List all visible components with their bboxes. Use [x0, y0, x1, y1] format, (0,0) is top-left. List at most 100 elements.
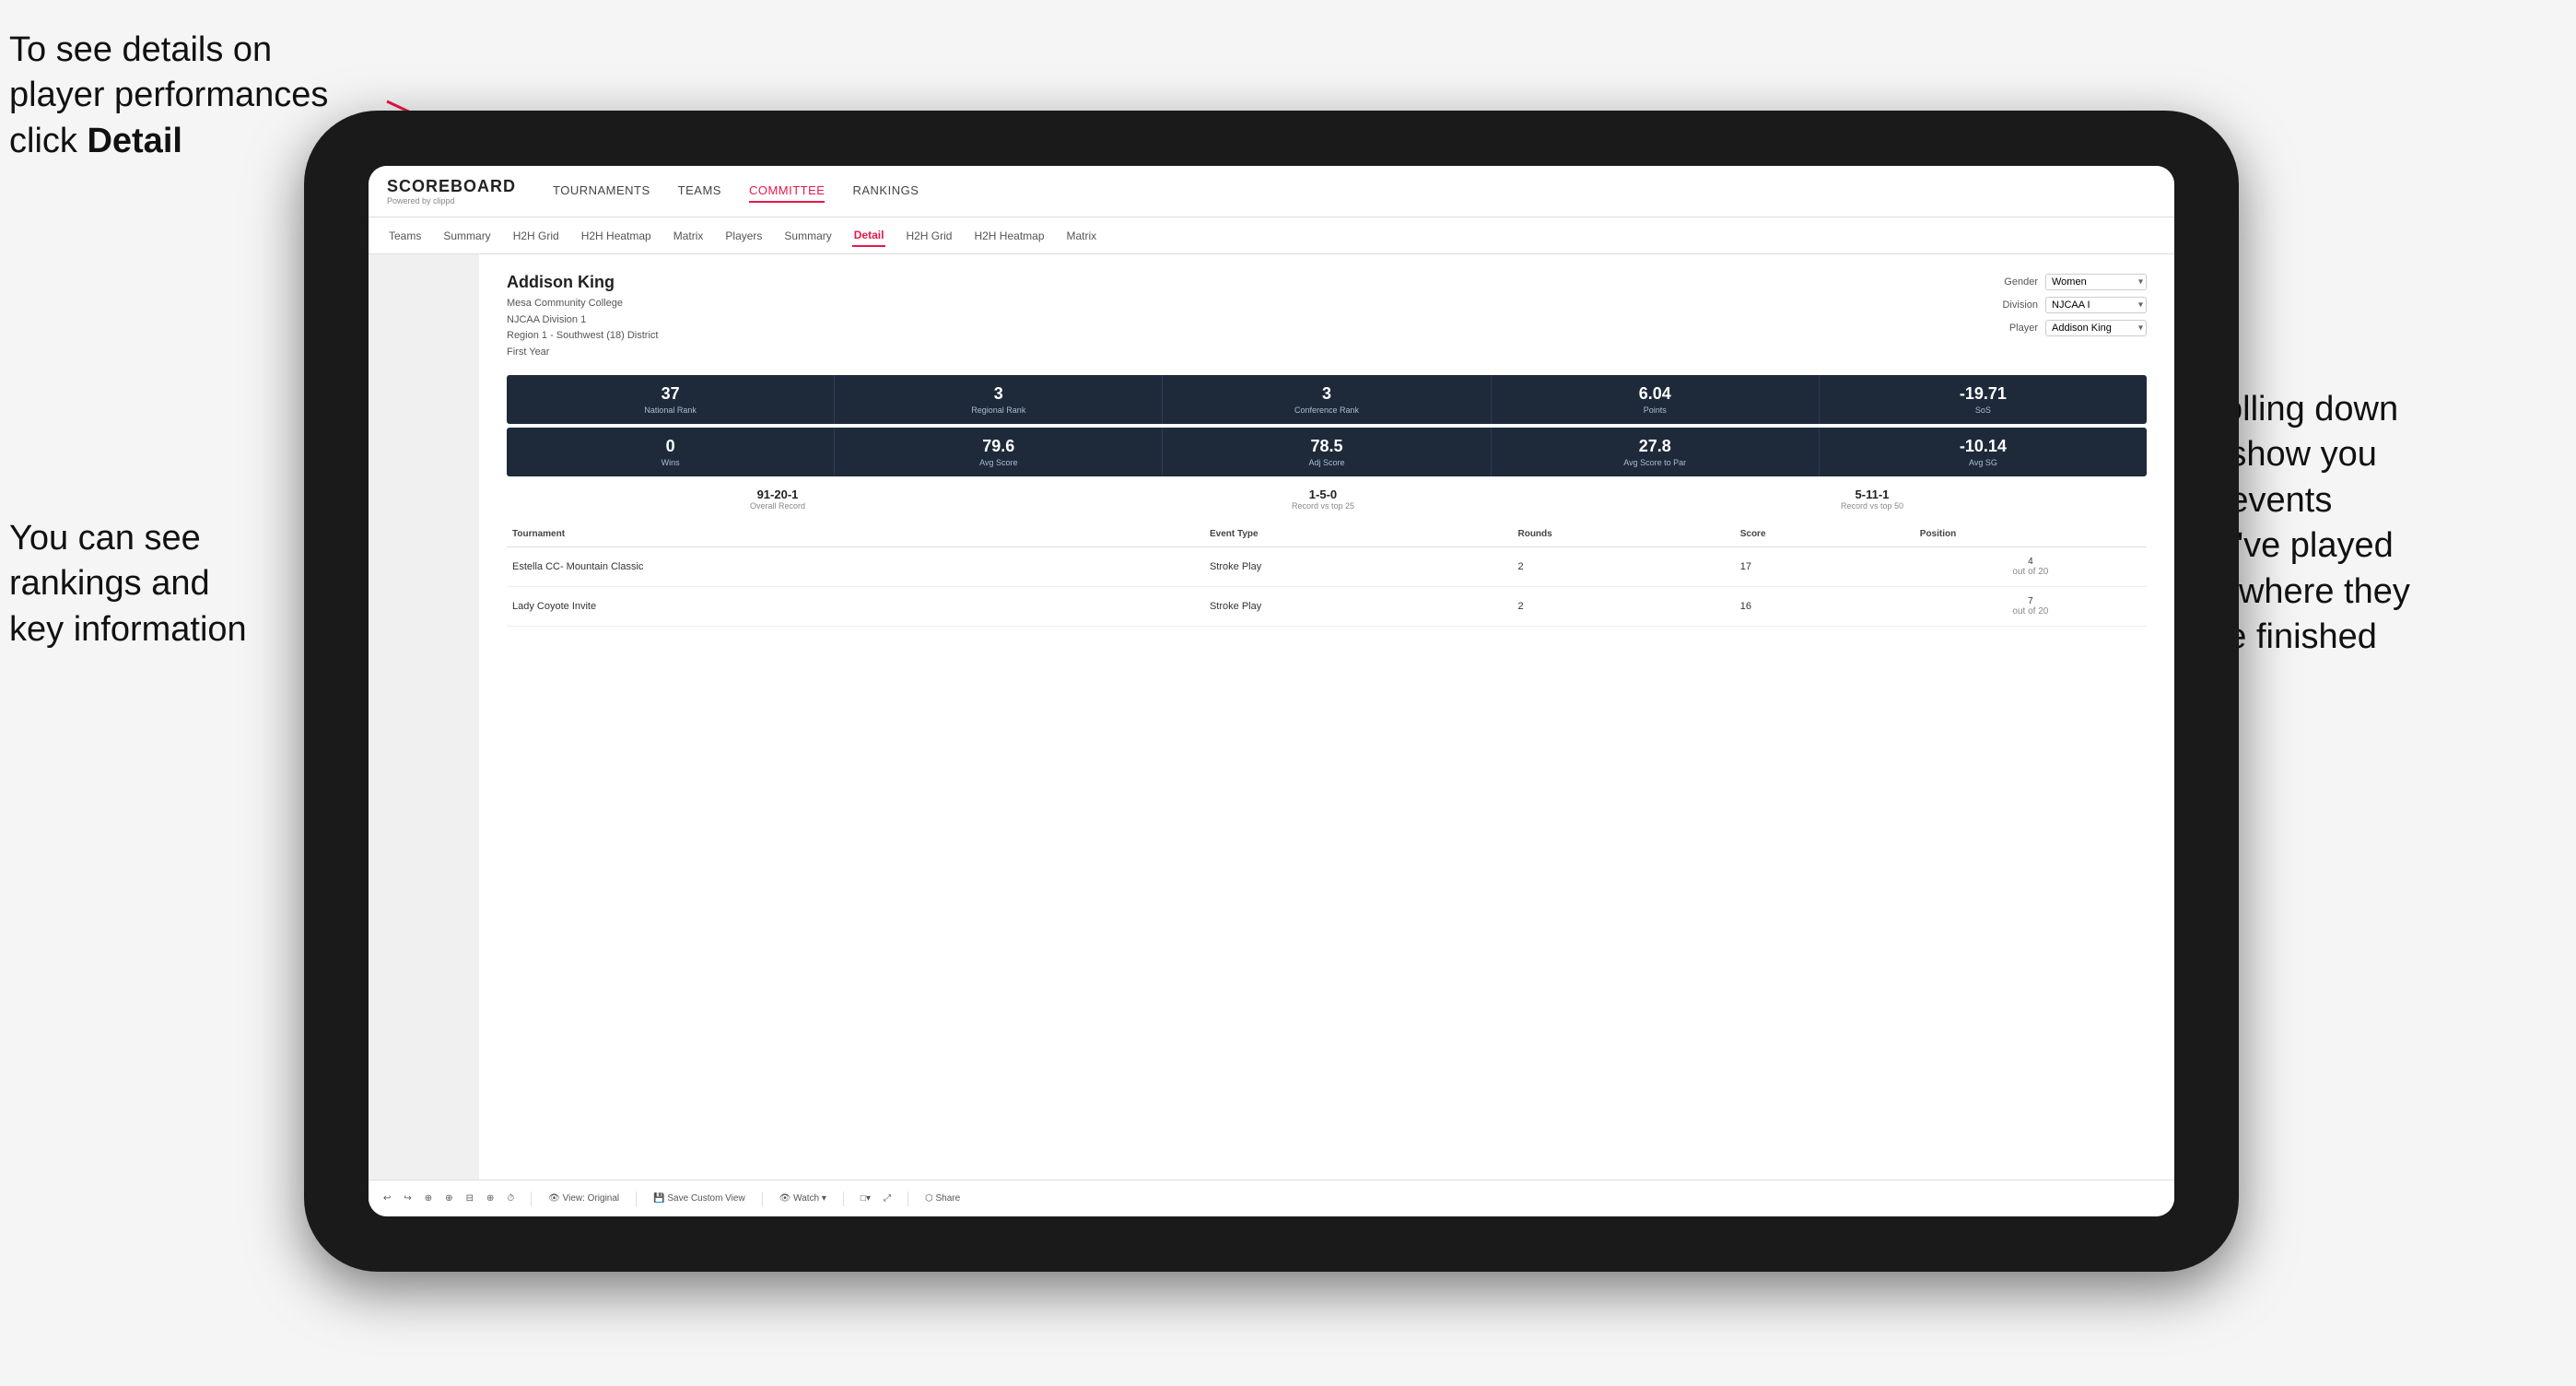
stat-adj-score: 78.5 Adj Score [1163, 428, 1491, 476]
logo-title: SCOREBOARD [387, 177, 516, 196]
toolbar-btn5[interactable]: ⏱ [507, 1193, 514, 1204]
toolbar-share[interactable]: ⬡ Share [925, 1193, 960, 1204]
toolbar-expand[interactable]: ⤢ [884, 1193, 891, 1204]
overall-record-value: 91-20-1 [750, 487, 805, 501]
avg-score-par-label: Avg Score to Par [1499, 458, 1811, 467]
tournament-name-2: Lady Coyote Invite [507, 587, 1204, 627]
division-select-wrapper[interactable]: NJCAA I NJCAA II [2045, 296, 2147, 313]
sub-nav-teams[interactable]: Teams [387, 226, 423, 246]
annotation-line3-prefix: click [9, 122, 87, 160]
event-type-1: Stroke Play [1204, 547, 1513, 587]
main-content: Addison King Mesa Community College NJCA… [369, 254, 2174, 1180]
sub-nav-h2h-grid2[interactable]: H2H Grid [904, 226, 954, 246]
player-name: Addison King [507, 273, 658, 292]
wins-label: Wins [514, 458, 826, 467]
annotation-top-left: To see details on player performances cl… [9, 28, 350, 164]
col-position: Position [1914, 522, 2147, 547]
toolbar-screen[interactable]: □▾ [861, 1193, 871, 1204]
points-value: 6.04 [1499, 384, 1811, 404]
player-school: Mesa Community College [507, 296, 658, 312]
stat-points: 6.04 Points [1492, 375, 1820, 424]
avg-score-value: 79.6 [842, 437, 1154, 456]
nav-tournaments[interactable]: TOURNAMENTS [553, 180, 650, 203]
sub-nav: Teams Summary H2H Grid H2H Heatmap Matri… [369, 217, 2174, 254]
annotation-line2: player performances [9, 76, 328, 114]
division-select[interactable]: NJCAA I NJCAA II [2045, 297, 2147, 313]
regional-rank-value: 3 [842, 384, 1154, 404]
regional-rank-label: Regional Rank [842, 405, 1154, 415]
records-row: 91-20-1 Overall Record 1-5-0 Record vs t… [507, 487, 2147, 511]
annotation-bottom-left: You can see rankings and key information [9, 516, 350, 652]
toolbar-sep2 [636, 1192, 637, 1206]
event-type-2: Stroke Play [1204, 587, 1513, 627]
stat-avg-score-par: 27.8 Avg Score to Par [1492, 428, 1820, 476]
top25-record-label: Record vs top 25 [1292, 501, 1354, 511]
sub-nav-summary[interactable]: Summary [441, 226, 492, 246]
player-select[interactable]: Addison King [2045, 320, 2147, 336]
stat-sos: -19.71 SoS [1820, 375, 2147, 424]
sub-nav-h2h-heatmap2[interactable]: H2H Heatmap [972, 226, 1046, 246]
nav-teams[interactable]: TEAMS [678, 180, 721, 203]
stat-conference-rank: 3 Conference Rank [1163, 375, 1491, 424]
score-2: 16 [1735, 587, 1914, 627]
player-select-wrapper[interactable]: Addison King [2045, 319, 2147, 336]
player-select-row: Player Addison King [2009, 319, 2147, 336]
tablet-frame: SCOREBOARD Powered by clippd TOURNAMENTS… [304, 111, 2239, 1272]
toolbar-btn4[interactable]: ⊕ [486, 1193, 494, 1204]
player-select-label: Player [2009, 323, 2038, 334]
player-info: Addison King Mesa Community College NJCA… [507, 273, 658, 360]
gender-select-row: Gender Women Men [2004, 273, 2147, 290]
stat-regional-rank: 3 Regional Rank [835, 375, 1163, 424]
toolbar-view-original[interactable]: 👁 View: Original [548, 1193, 619, 1204]
conference-rank-label: Conference Rank [1170, 405, 1482, 415]
sub-nav-players[interactable]: Players [723, 226, 764, 246]
avg-score-label: Avg Score [842, 458, 1154, 467]
col-score: Score [1735, 522, 1914, 547]
top25-record-value: 1-5-0 [1292, 487, 1354, 501]
toolbar-sep3 [762, 1192, 763, 1206]
table-row: Estella CC- Mountain Classic Stroke Play… [507, 547, 2147, 587]
toolbar-watch[interactable]: 👁 Watch ▾ [779, 1193, 826, 1204]
toolbar-btn2[interactable]: ⊕ [445, 1193, 452, 1204]
sub-nav-h2h-heatmap[interactable]: H2H Heatmap [580, 226, 653, 246]
sub-nav-h2h-grid[interactable]: H2H Grid [511, 226, 561, 246]
sub-nav-summary2[interactable]: Summary [782, 226, 833, 246]
player-header: Addison King Mesa Community College NJCA… [507, 273, 2147, 360]
toolbar-undo[interactable]: ↩ [383, 1193, 391, 1204]
sub-nav-matrix[interactable]: Matrix [672, 226, 706, 246]
stat-wins: 0 Wins [507, 428, 835, 476]
top50-record-value: 5-11-1 [1841, 487, 1903, 501]
stat-national-rank: 37 National Rank [507, 375, 835, 424]
left-panel [369, 254, 479, 1180]
rounds-1: 2 [1512, 547, 1734, 587]
annotation-bl-line3: key information [9, 610, 247, 649]
top50-record: 5-11-1 Record vs top 50 [1841, 487, 1903, 511]
gender-label: Gender [2004, 276, 2038, 288]
national-rank-label: National Rank [514, 405, 826, 415]
overall-record: 91-20-1 Overall Record [750, 487, 805, 511]
adj-score-value: 78.5 [1170, 437, 1482, 456]
avg-score-par-value: 27.8 [1499, 437, 1811, 456]
nav-committee[interactable]: COMMITTEE [749, 180, 825, 203]
toolbar-sep5 [907, 1192, 908, 1206]
avg-sg-value: -10.14 [1827, 437, 2139, 456]
scoreboard-logo: SCOREBOARD Powered by clippd [387, 177, 516, 206]
toolbar-btn3[interactable]: ⊟ [466, 1193, 474, 1204]
annotation-bl-line2: rankings and [9, 564, 210, 603]
center-panel: Addison King Mesa Community College NJCA… [479, 254, 2174, 1180]
gender-select-wrapper[interactable]: Women Men [2045, 273, 2147, 290]
tablet-screen: SCOREBOARD Powered by clippd TOURNAMENTS… [369, 166, 2174, 1216]
annotation-line1: To see details on [9, 30, 272, 69]
events-table: Tournament Event Type Rounds Score Posit… [507, 522, 2147, 627]
top25-record: 1-5-0 Record vs top 25 [1292, 487, 1354, 511]
toolbar-btn1[interactable]: ⊕ [425, 1193, 432, 1204]
sos-label: SoS [1827, 405, 2139, 415]
nav-rankings[interactable]: RANKINGS [852, 180, 919, 203]
sub-nav-matrix2[interactable]: Matrix [1065, 226, 1099, 246]
adj-score-label: Adj Score [1170, 458, 1482, 467]
toolbar-redo[interactable]: ↪ [404, 1193, 411, 1204]
toolbar-save-custom[interactable]: 💾 Save Custom View [653, 1193, 745, 1204]
gender-select[interactable]: Women Men [2045, 274, 2147, 290]
col-rounds: Rounds [1512, 522, 1734, 547]
sub-nav-detail[interactable]: Detail [852, 225, 886, 247]
